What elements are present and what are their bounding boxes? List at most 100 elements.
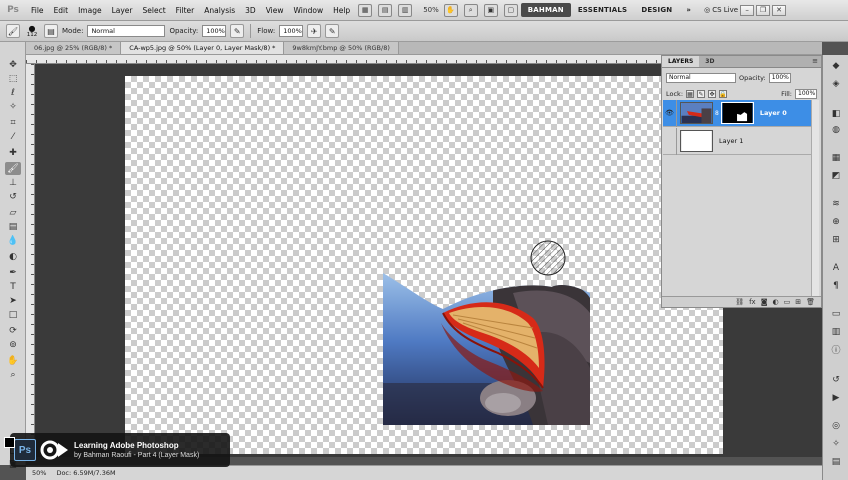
hand-tool-icon[interactable]: ✋ bbox=[5, 354, 21, 367]
3d-orbit-tool-icon[interactable]: ⊚ bbox=[5, 338, 21, 351]
marquee-tool-icon[interactable]: ⬚ bbox=[5, 72, 21, 85]
layers-scrollbar[interactable] bbox=[811, 100, 819, 302]
adjustment-layer-icon[interactable]: ◐ bbox=[773, 298, 779, 306]
menu-layer[interactable]: Layer bbox=[107, 6, 138, 15]
flow-field[interactable]: 100% bbox=[279, 25, 304, 37]
screen-mode-icon[interactable]: ▢ bbox=[503, 3, 518, 17]
mini-bridge-icon[interactable]: ▤ bbox=[378, 3, 393, 17]
menu-analysis[interactable]: Analysis bbox=[199, 6, 240, 15]
masks-panel-icon[interactable]: ◍ bbox=[828, 123, 844, 136]
lasso-tool-icon[interactable]: ℓ bbox=[5, 86, 21, 99]
opacity-field[interactable]: 100% bbox=[202, 25, 227, 37]
crop-tool-icon[interactable]: ⌗ bbox=[5, 116, 21, 129]
vertical-ruler[interactable] bbox=[26, 64, 35, 457]
menu-window[interactable]: Window bbox=[289, 6, 329, 15]
minimize-button[interactable]: – bbox=[740, 4, 755, 16]
character-panel-icon[interactable]: A bbox=[828, 261, 844, 274]
history-brush-tool-icon[interactable]: ↺ bbox=[5, 190, 21, 203]
menu-select[interactable]: Select bbox=[138, 6, 171, 15]
delete-layer-icon[interactable]: 🗑 bbox=[806, 298, 815, 306]
more-workspaces-chevron[interactable]: » bbox=[679, 3, 698, 17]
status-doc-size[interactable]: Doc: 6.59M/7.36M bbox=[56, 469, 115, 477]
color-panel-icon[interactable]: ◈ bbox=[828, 77, 844, 90]
histogram-panel-icon[interactable]: ▥ bbox=[828, 325, 844, 338]
tab-3d[interactable]: 3D bbox=[699, 56, 720, 67]
info-panel-icon[interactable]: ⓘ bbox=[828, 343, 844, 356]
brush-tool-icon[interactable]: 🖌 bbox=[5, 162, 21, 175]
link-layers-icon[interactable]: ⛓ bbox=[735, 298, 744, 306]
zoom-tool-icon[interactable]: ⌕ bbox=[5, 368, 21, 381]
hand-tool-icon[interactable]: ✋ bbox=[443, 3, 458, 17]
close-button[interactable]: ✕ bbox=[772, 4, 787, 16]
airbrush-icon[interactable]: ✈ bbox=[307, 24, 322, 38]
visibility-eye-off-icon[interactable] bbox=[663, 127, 677, 155]
styles-panel-icon[interactable]: ◩ bbox=[828, 169, 844, 182]
arrange-documents-icon[interactable]: ▣ bbox=[483, 3, 498, 17]
clone-stamp-tool-icon[interactable]: ⊥ bbox=[5, 176, 21, 189]
paths-panel-icon[interactable]: ✧ bbox=[828, 437, 844, 450]
zoom-level-dropdown[interactable]: 50% bbox=[423, 6, 439, 14]
eraser-tool-icon[interactable]: ▱ bbox=[5, 206, 21, 219]
new-layer-icon[interactable]: ⊞ bbox=[795, 298, 801, 306]
cs-live-button[interactable]: ◎ CS Live bbox=[704, 6, 738, 14]
pressure-opacity-icon[interactable]: ✎ bbox=[230, 24, 245, 38]
channels-panel-icon[interactable]: ◎ bbox=[828, 419, 844, 432]
tool-presets-panel-icon[interactable]: ⊞ bbox=[828, 233, 844, 246]
visibility-eye-icon[interactable]: 👁 bbox=[663, 99, 677, 127]
mode-dropdown[interactable]: Normal bbox=[87, 25, 166, 37]
pressure-size-icon[interactable]: ✎ bbox=[325, 24, 340, 38]
clone-source-panel-icon[interactable]: ⊕ bbox=[828, 215, 844, 228]
brush-panel-icon[interactable]: ▤ bbox=[44, 24, 58, 38]
menu-3d[interactable]: 3D bbox=[240, 6, 261, 15]
layer-row-layer-0[interactable]: 👁 8 Layer 0 bbox=[663, 99, 811, 127]
menu-file[interactable]: File bbox=[26, 6, 49, 15]
gradient-tool-icon[interactable]: ▤ bbox=[5, 220, 21, 233]
doc-tab-ca-wp5[interactable]: CA-wp5.jpg @ 50% (Layer 0, Layer Mask/8)… bbox=[121, 42, 285, 54]
brush-preset-icon[interactable]: 🖌 bbox=[6, 24, 20, 38]
new-group-icon[interactable]: ▭ bbox=[784, 298, 791, 306]
menu-help[interactable]: Help bbox=[328, 6, 355, 15]
lock-pixels-icon[interactable]: ✎ bbox=[697, 90, 706, 98]
blend-mode-dropdown[interactable]: Normal bbox=[666, 73, 736, 83]
lock-all-icon[interactable]: 🔒 bbox=[719, 90, 728, 98]
menu-view[interactable]: View bbox=[261, 6, 289, 15]
eyedropper-tool-icon[interactable]: ⁄ bbox=[5, 130, 21, 143]
layer-mask-thumbnail[interactable] bbox=[720, 102, 754, 124]
menu-edit[interactable]: Edit bbox=[49, 6, 74, 15]
layer-opacity-field[interactable]: 100% bbox=[768, 73, 791, 83]
lock-transparency-icon[interactable]: ▦ bbox=[686, 90, 695, 98]
panel-menu-icon[interactable]: ≡ bbox=[812, 57, 818, 65]
restore-button[interactable]: ❐ bbox=[756, 4, 771, 16]
type-tool-icon[interactable]: T bbox=[5, 280, 21, 293]
dodge-tool-icon[interactable]: ◐ bbox=[5, 250, 21, 263]
workspace-design[interactable]: DESIGN bbox=[634, 3, 679, 17]
3d-rotate-tool-icon[interactable]: ⟳ bbox=[5, 324, 21, 337]
fill-field[interactable]: 100% bbox=[795, 89, 817, 99]
swatches-panel-icon[interactable]: ▦ bbox=[828, 151, 844, 164]
layer-row-layer-1[interactable]: Layer 1 bbox=[663, 127, 811, 155]
guides-icon[interactable]: ▥ bbox=[398, 3, 413, 17]
path-select-tool-icon[interactable]: ➤ bbox=[5, 294, 21, 307]
quick-select-tool-icon[interactable]: ✧ bbox=[5, 100, 21, 113]
shape-tool-icon[interactable]: □ bbox=[5, 308, 21, 321]
adjustments-panel-icon[interactable]: ◧ bbox=[828, 107, 844, 120]
collapse-panels-icon[interactable]: ◆ bbox=[828, 59, 844, 72]
zoom-tool-icon[interactable]: ⌕ bbox=[463, 3, 478, 17]
navigator-panel-icon[interactable]: ▭ bbox=[828, 307, 844, 320]
brush-presets-panel-icon[interactable]: ≋ bbox=[828, 197, 844, 210]
mask-link-icon[interactable]: 8 bbox=[715, 110, 719, 117]
foreground-color-swatch[interactable] bbox=[4, 437, 15, 448]
history-panel-icon[interactable]: ↺ bbox=[828, 373, 844, 386]
move-tool-icon[interactable]: ✥ bbox=[5, 58, 21, 71]
healing-tool-icon[interactable]: ✚ bbox=[5, 146, 21, 159]
blur-tool-icon[interactable]: 💧 bbox=[5, 234, 21, 247]
menu-image[interactable]: Image bbox=[73, 6, 107, 15]
tab-layers[interactable]: LAYERS bbox=[662, 56, 700, 67]
doc-tab-06[interactable]: 06.jpg @ 25% (RGB/8) * bbox=[26, 42, 122, 54]
menu-filter[interactable]: Filter bbox=[171, 6, 200, 15]
doc-tab-9w8kmjy[interactable]: 9w8kmJY.bmp @ 50% (RGB/8) bbox=[284, 42, 399, 54]
actions-panel-icon[interactable]: ▶ bbox=[828, 391, 844, 404]
paragraph-panel-icon[interactable]: ¶ bbox=[828, 279, 844, 292]
bridge-icon[interactable]: ▦ bbox=[358, 3, 373, 17]
add-mask-icon[interactable]: ◙ bbox=[761, 298, 768, 306]
